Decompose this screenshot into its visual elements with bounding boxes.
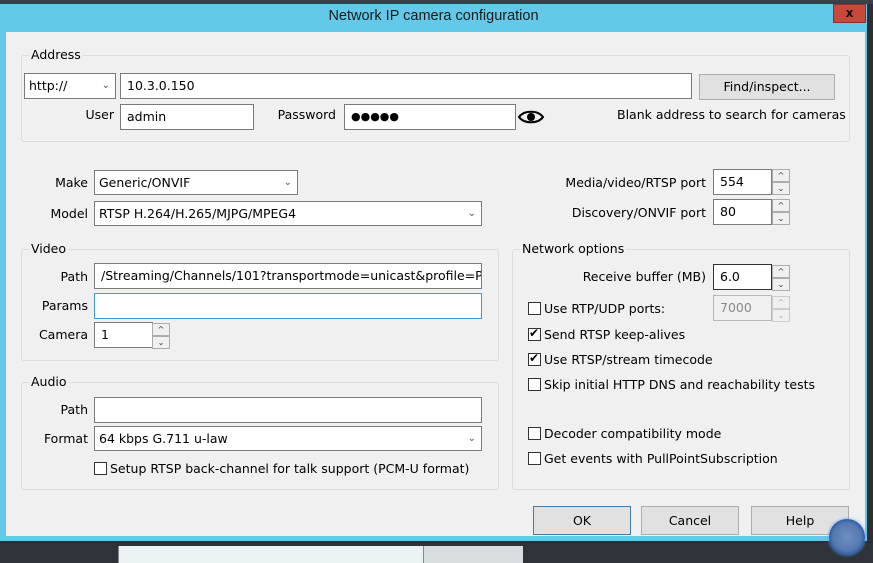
host-input[interactable]: 10.3.0.150 [120, 73, 692, 99]
discovery-port-spinner[interactable]: ^ ⌄ [772, 199, 790, 225]
make-label: Make [55, 175, 88, 190]
dialog-window: Network IP camera configuration x Addres… [0, 4, 867, 541]
skip-dns-checkbox[interactable]: Skip initial HTTP DNS and reachability t… [528, 377, 815, 392]
spin-up-icon[interactable]: ^ [772, 265, 790, 278]
spin-down-icon[interactable]: ⌄ [772, 278, 790, 291]
use-rtp-udp-label: Use RTP/UDP ports: [544, 301, 666, 316]
close-icon: x [845, 6, 854, 20]
video-group-label: Video [29, 241, 69, 257]
checkbox-box[interactable] [94, 462, 107, 475]
address-hint: Blank address to search for cameras [617, 107, 846, 122]
audio-group-label: Audio [29, 374, 69, 390]
checkbox-box-checked[interactable] [528, 351, 541, 366]
spin-up-icon[interactable]: ^ [152, 323, 170, 336]
user-label: User [85, 107, 115, 122]
send-keepalives-label: Send RTSP keep-alives [544, 327, 686, 342]
params-label: Params [41, 298, 88, 313]
camera-label: Camera [38, 327, 88, 342]
discovery-port-input[interactable]: 80 [713, 199, 772, 225]
camera-input[interactable]: 1 [94, 322, 153, 348]
chevron-down-icon: ⌄ [283, 177, 292, 188]
protocol-select[interactable]: http:// ⌄ [24, 73, 116, 99]
udp-port-input: 7000 [713, 295, 772, 321]
audio-format-value: 64 kbps G.711 u-law [99, 431, 228, 446]
user-input[interactable]: admin [120, 104, 254, 130]
close-button[interactable]: x [833, 4, 866, 23]
make-value: Generic/ONVIF [99, 175, 191, 190]
send-keepalives-checkbox[interactable]: Send RTSP keep-alives [528, 326, 686, 342]
chevron-down-icon: ⌄ [101, 80, 110, 91]
checkbox-box[interactable] [528, 427, 541, 440]
media-port-label: Media/video/RTSP port [565, 175, 706, 190]
stream-timecode-label: Use RTSP/stream timecode [544, 352, 713, 367]
params-input[interactable] [94, 293, 482, 319]
backchannel-checkbox[interactable]: Setup RTSP back-channel for talk support… [94, 461, 469, 476]
spin-down-icon[interactable]: ⌄ [772, 182, 790, 195]
udp-port-spinner: ^ ⌄ [772, 296, 790, 322]
media-port-input[interactable]: 554 [713, 169, 772, 195]
taskbar-strip [0, 543, 873, 563]
make-select[interactable]: Generic/ONVIF ⌄ [94, 170, 298, 195]
pullpoint-checkbox[interactable]: Get events with PullPointSubscription [528, 451, 778, 466]
ok-button[interactable]: OK [533, 506, 631, 535]
stream-timecode-checkbox[interactable]: Use RTSP/stream timecode [528, 351, 713, 367]
mouse-cursor-indicator [829, 519, 865, 555]
checkbox-box[interactable] [528, 452, 541, 465]
spin-down-icon: ⌄ [772, 309, 790, 322]
spin-down-icon[interactable]: ⌄ [772, 212, 790, 225]
video-path-label: Path [60, 269, 88, 284]
receive-buffer-input[interactable]: 6.0 [713, 264, 772, 290]
chevron-down-icon: ⌄ [467, 208, 476, 219]
format-label: Format [43, 431, 88, 446]
discovery-port-label: Discovery/ONVIF port [571, 205, 706, 220]
pullpoint-label: Get events with PullPointSubscription [544, 451, 778, 466]
audio-format-select[interactable]: 64 kbps G.711 u-law ⌄ [94, 426, 482, 451]
receive-buffer-spinner[interactable]: ^ ⌄ [772, 265, 790, 291]
show-password-eye-icon[interactable] [517, 108, 545, 126]
checkbox-box[interactable] [528, 302, 541, 315]
title-bar[interactable]: Network IP camera configuration x [0, 4, 867, 31]
taskbar-segment [423, 546, 523, 563]
checkbox-box[interactable] [528, 378, 541, 391]
skip-dns-label: Skip initial HTTP DNS and reachability t… [544, 377, 816, 392]
find-inspect-button[interactable]: Find/inspect... [699, 74, 835, 100]
spin-up-icon[interactable]: ^ [772, 199, 790, 212]
chevron-down-icon: ⌄ [467, 433, 476, 444]
model-select[interactable]: RTSP H.264/H.265/MJPG/MPEG4 ⌄ [94, 201, 482, 226]
password-label: Password [277, 107, 336, 122]
spin-up-icon[interactable]: ^ [772, 169, 790, 182]
video-path-input[interactable]: /Streaming/Channels/101?transportmode=un… [94, 263, 482, 289]
protocol-value: http:// [29, 78, 68, 93]
password-input[interactable]: ●●●●● [344, 104, 516, 130]
model-value: RTSP H.264/H.265/MJPG/MPEG4 [99, 206, 297, 221]
decoder-compat-checkbox[interactable]: Decoder compatibility mode [528, 426, 721, 441]
audio-path-label: Path [60, 402, 88, 417]
media-port-spinner[interactable]: ^ ⌄ [772, 169, 790, 195]
audio-path-input[interactable] [94, 397, 482, 423]
spin-up-icon: ^ [772, 296, 790, 309]
decoder-compat-label: Decoder compatibility mode [544, 426, 722, 441]
address-group-label: Address [29, 47, 83, 63]
camera-spinner[interactable]: ^ ⌄ [152, 323, 170, 349]
dialog-title: Network IP camera configuration [328, 8, 539, 24]
dialog-body: Address http:// ⌄ 10.3.0.150 Find/inspec… [6, 32, 865, 536]
taskbar-segment [118, 546, 423, 563]
cancel-button[interactable]: Cancel [641, 506, 739, 535]
use-rtp-udp-checkbox[interactable]: Use RTP/UDP ports: [528, 301, 665, 316]
spin-down-icon[interactable]: ⌄ [152, 336, 170, 349]
model-label: Model [50, 206, 88, 221]
network-options-group-label: Network options [520, 241, 627, 257]
backchannel-label: Setup RTSP back-channel for talk support… [110, 461, 470, 476]
checkbox-box-checked[interactable] [528, 326, 541, 341]
receive-buffer-label: Receive buffer (MB) [582, 269, 706, 284]
